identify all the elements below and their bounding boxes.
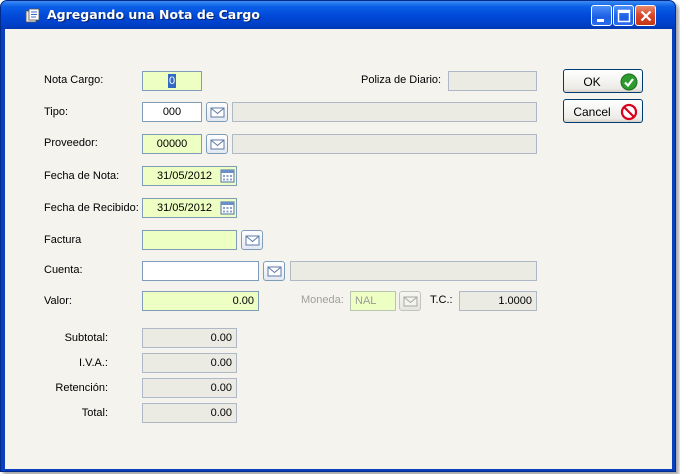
total-label: Total: [81, 407, 108, 419]
maximize-icon [617, 9, 631, 23]
close-button[interactable] [635, 5, 656, 26]
poliza-field [448, 71, 537, 91]
cuenta-description [290, 261, 537, 281]
minimize-icon [597, 19, 604, 22]
ok-button[interactable]: OK [563, 69, 643, 93]
tc-field: 1.0000 [459, 291, 537, 311]
tipo-input[interactable]: 000 [142, 102, 202, 122]
fecha-recibido-label: Fecha de Recibido: [44, 202, 139, 214]
poliza-label: Poliza de Diario: [361, 74, 442, 86]
document-icon [25, 8, 41, 23]
cuenta-lookup-button[interactable] [263, 261, 285, 281]
tipo-lookup-button[interactable] [206, 102, 228, 122]
subtotal-field: 0.00 [142, 328, 237, 348]
minimize-button[interactable] [591, 5, 612, 26]
iva-field: 0.00 [142, 353, 237, 373]
cuenta-label: Cuenta: [44, 264, 83, 276]
nota-cargo-input[interactable]: 0 [142, 71, 202, 91]
calendar-icon[interactable] [220, 200, 236, 216]
tipo-label: Tipo: [44, 106, 69, 118]
envelope-dropdown-icon [403, 296, 418, 307]
proveedor-description [232, 134, 537, 154]
ok-button-label: OK [583, 75, 601, 89]
envelope-dropdown-icon [245, 235, 260, 246]
moneda-label: Moneda: [301, 294, 344, 306]
cancel-button-label: Cancel [573, 105, 611, 119]
envelope-dropdown-icon [210, 139, 225, 150]
close-icon [640, 10, 652, 22]
total-field: 0.00 [142, 403, 237, 423]
nota-cargo-label: Nota Cargo: [44, 74, 104, 86]
envelope-dropdown-icon [210, 107, 225, 118]
maximize-button[interactable] [613, 5, 634, 26]
title-bar[interactable]: Agregando una Nota de Cargo [1, 1, 675, 29]
calendar-icon[interactable] [220, 168, 236, 184]
proveedor-label: Proveedor: [44, 137, 98, 149]
retencion-field: 0.00 [142, 378, 237, 398]
factura-label: Factura [44, 234, 82, 246]
window-title: Agregando una Nota de Cargo [47, 7, 260, 22]
fecha-nota-label: Fecha de Nota: [44, 170, 120, 182]
moneda-lookup-button [399, 291, 421, 311]
retencion-label: Retención: [55, 382, 108, 394]
dialog-body: Nota Cargo: 0 Poliza de Diario: Tipo: 00… [5, 29, 672, 469]
cancel-button[interactable]: Cancel [563, 99, 643, 123]
factura-lookup-button[interactable] [241, 230, 263, 250]
no-entry-icon [620, 103, 638, 121]
cuenta-input[interactable] [142, 261, 259, 281]
factura-input[interactable] [142, 230, 237, 250]
valor-label: Valor: [44, 295, 72, 307]
proveedor-input[interactable]: 00000 [142, 134, 202, 154]
dialog-window: Agregando una Nota de Cargo Nota Cargo: … [0, 0, 676, 472]
subtotal-label: Subtotal: [64, 332, 108, 344]
proveedor-lookup-button[interactable] [206, 134, 228, 154]
envelope-dropdown-icon [267, 266, 282, 277]
tipo-description [232, 102, 537, 122]
valor-input[interactable]: 0.00 [142, 291, 259, 311]
moneda-input: NAL [350, 291, 396, 311]
iva-label: I.V.A.: [79, 357, 108, 369]
checkmark-icon [620, 73, 638, 91]
tc-label: T.C.: [430, 294, 453, 306]
